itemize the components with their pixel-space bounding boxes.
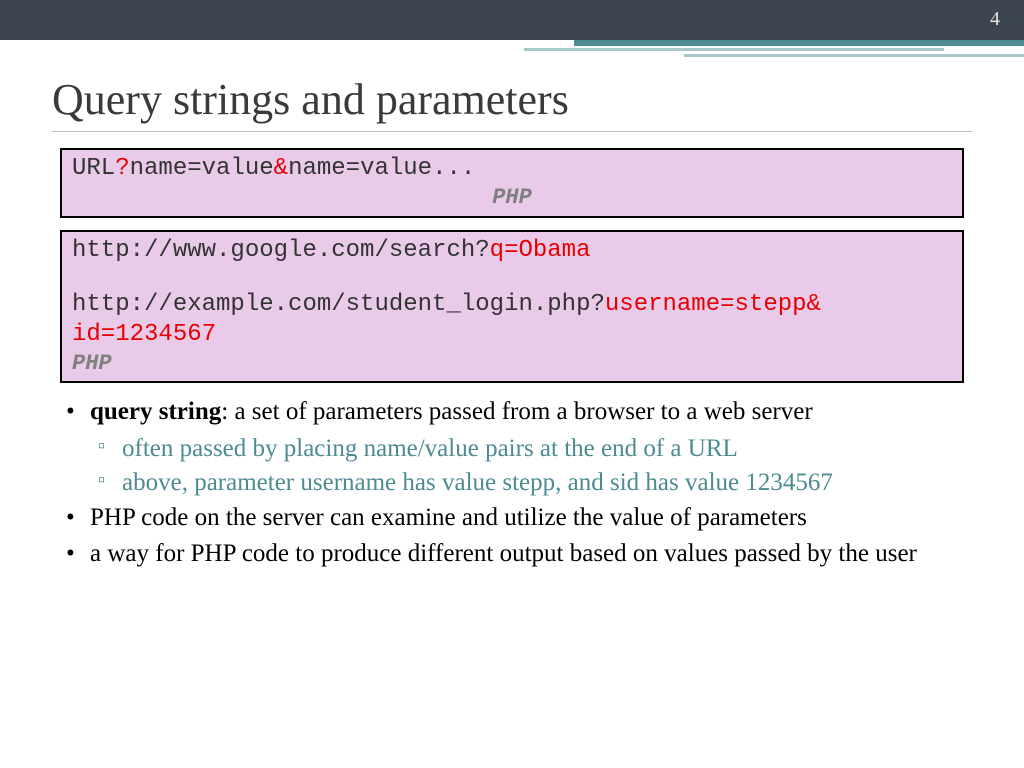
list-item: query string: a set of parameters passed… [60, 397, 964, 428]
list-item: a way for PHP code to produce different … [60, 539, 964, 570]
slide-topbar: 4 [0, 0, 1024, 40]
slide-title: Query strings and parameters [52, 74, 1024, 125]
title-divider [52, 131, 972, 132]
code-line: http://www.google.com/search?q=Obama [72, 236, 952, 266]
code-label: PHP [72, 350, 952, 378]
code-label: PHP [72, 184, 952, 212]
list-item: PHP code on the server can examine and u… [60, 503, 964, 534]
code-box-syntax: URL?name=value&name=value... PHP [60, 148, 964, 218]
page-number: 4 [990, 8, 1000, 31]
code-line: URL?name=value&name=value... [72, 154, 952, 184]
accent-decoration [494, 40, 1024, 60]
list-subitem: above, parameter username has value step… [60, 468, 964, 499]
code-box-examples: http://www.google.com/search?q=Obama htt… [60, 230, 964, 384]
list-subitem: often passed by placing name/value pairs… [60, 434, 964, 465]
code-line: http://example.com/student_login.php?use… [72, 290, 952, 320]
bullet-list: query string: a set of parameters passed… [60, 397, 964, 570]
code-line: id=1234567 [72, 320, 952, 350]
term: query string [90, 398, 221, 425]
